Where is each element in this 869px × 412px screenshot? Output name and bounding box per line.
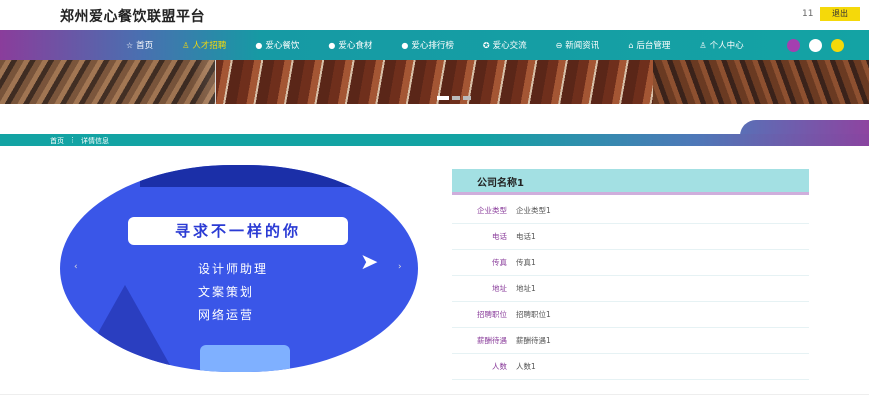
detail-label: 人数 — [492, 362, 507, 371]
nav-item-label: 爱心交流 — [492, 41, 527, 51]
theme-color-dot-1[interactable] — [787, 39, 800, 52]
detail-value: 电话1 — [516, 232, 536, 241]
nav-item-label: 爱心食材 — [338, 41, 373, 51]
nav-item-icon: ✪ — [482, 40, 490, 50]
nav-item-7[interactable]: ⊖ 新闻资讯 — [555, 39, 600, 52]
detail-row: 传真 传真1 — [452, 250, 809, 276]
nav-item-label: 后台管理 — [636, 41, 671, 51]
detail-row: 电话 电话1 — [452, 224, 809, 250]
nav-item-icon: ● — [401, 40, 409, 50]
main-nav: ☆ 首页 ♙ 人才招聘 ● 爱心餐饮 ● 爱心食材 ● 爱心排行榜 ✪ 爱心交流 ⊖ 新闻资讯 ⌂ 后台管理 ♙… — [0, 30, 869, 60]
detail-label: 传真 — [492, 258, 507, 267]
company-name: 公司名称1 — [477, 178, 524, 189]
banner-right-image — [652, 58, 869, 104]
detail-label: 薪酬待遇 — [477, 336, 507, 345]
nav-items: ☆ 首页 ♙ 人才招聘 ● 爱心餐饮 ● 爱心食材 ● 爱心排行榜 ✪ 爱心交流 ⊖ 新闻资讯 ⌂ 后台管理 ♙… — [126, 30, 773, 60]
poster-camera-shape — [200, 345, 290, 372]
detail-value: 企业类型1 — [516, 206, 551, 215]
carousel-dot-1[interactable] — [437, 96, 449, 100]
nav-item-3[interactable]: ● 爱心餐饮 — [255, 39, 300, 52]
nav-item-label: 爱心排行榜 — [411, 41, 454, 51]
poster-line: 设计师助理 — [198, 262, 269, 276]
top-header: 郑州爱心餐饮联盟平台 11 退出 — [0, 0, 869, 30]
theme-switcher — [787, 39, 844, 52]
breadcrumb-separator: ⋮ — [69, 136, 76, 144]
logout-button[interactable]: 退出 — [820, 7, 860, 21]
poster-tagline: 寻求不一样的你 — [128, 217, 348, 245]
detail-value: 薪酬待遇1 — [516, 336, 551, 345]
site-title: 郑州爱心餐饮联盟平台 — [60, 9, 205, 25]
poster-line: 网络运营 — [198, 308, 255, 322]
nav-item-icon: ♙ — [699, 40, 707, 50]
nav-item-label: 新闻资讯 — [565, 41, 600, 51]
theme-color-dot-3[interactable] — [831, 39, 844, 52]
poster-prev-arrow[interactable]: ‹ — [74, 262, 78, 272]
breadcrumb: 首页 ⋮ 详情信息 — [50, 136, 109, 146]
detail-header-underline — [452, 192, 809, 195]
nav-item-8[interactable]: ⌂ 后台管理 — [628, 39, 671, 52]
nav-item-icon: ● — [255, 40, 263, 50]
detail-value: 传真1 — [516, 258, 536, 267]
nav-item-icon: ⌂ — [628, 40, 634, 50]
nav-item-label: 爱心餐饮 — [265, 41, 300, 51]
detail-value: 人数1 — [516, 362, 536, 371]
nav-item-icon: ● — [328, 40, 336, 50]
detail-row: 地址 地址1 — [452, 276, 809, 302]
poster-line: 文案策划 — [198, 285, 255, 299]
detail-label: 企业类型 — [477, 206, 507, 215]
breadcrumb-current: 详情信息 — [81, 137, 109, 145]
carousel-dot-3[interactable] — [463, 96, 471, 100]
nav-item-label: 人才招聘 — [192, 41, 227, 51]
detail-row: 薪酬待遇 薪酬待遇1 — [452, 328, 809, 354]
nav-item-icon: ♙ — [182, 40, 190, 50]
nav-item-5[interactable]: ● 爱心排行榜 — [401, 39, 454, 52]
nav-item-1[interactable]: ☆ 首页 — [126, 39, 154, 52]
job-poster-image: 寻求不一样的你 设计师助理文案策划网络运营 ➤ — [60, 165, 418, 372]
nav-item-label: 首页 — [136, 41, 154, 51]
current-user[interactable]: 11 — [802, 9, 813, 19]
banner-left-image — [0, 58, 215, 104]
nav-item-9[interactable]: ♙ 个人中心 — [699, 39, 744, 52]
nav-item-2[interactable]: ♙ 人才招聘 — [182, 39, 227, 52]
nav-item-6[interactable]: ✪ 爱心交流 — [482, 39, 527, 52]
poster-lines: 设计师助理文案策划网络运营 — [198, 260, 268, 323]
nav-item-icon: ☆ — [126, 40, 134, 50]
detail-value: 招聘职位1 — [516, 310, 551, 319]
carousel-indicators — [437, 96, 471, 100]
breadcrumb-home[interactable]: 首页 — [50, 136, 64, 146]
footer-divider — [0, 394, 869, 395]
poster-header-shape — [140, 165, 360, 187]
paper-plane-icon: ➤ — [360, 250, 379, 275]
nav-item-icon: ⊖ — [555, 40, 563, 50]
poster-next-arrow[interactable]: › — [398, 262, 402, 272]
poster-triangle-shape — [80, 285, 170, 365]
detail-row: 招聘职位 招聘职位1 — [452, 302, 809, 328]
detail-label: 招聘职位 — [477, 310, 507, 319]
detail-row: 企业类型 企业类型1 — [452, 198, 809, 224]
detail-row: 人数 人数1 — [452, 354, 809, 380]
detail-value: 地址1 — [516, 284, 536, 293]
theme-color-dot-2[interactable] — [809, 39, 822, 52]
detail-label: 地址 — [492, 284, 507, 293]
nav-item-label: 个人中心 — [709, 41, 744, 51]
carousel-dot-2[interactable] — [452, 96, 460, 100]
detail-label: 电话 — [492, 232, 507, 241]
nav-item-4[interactable]: ● 爱心食材 — [328, 39, 373, 52]
breadcrumb-bar — [0, 134, 869, 146]
